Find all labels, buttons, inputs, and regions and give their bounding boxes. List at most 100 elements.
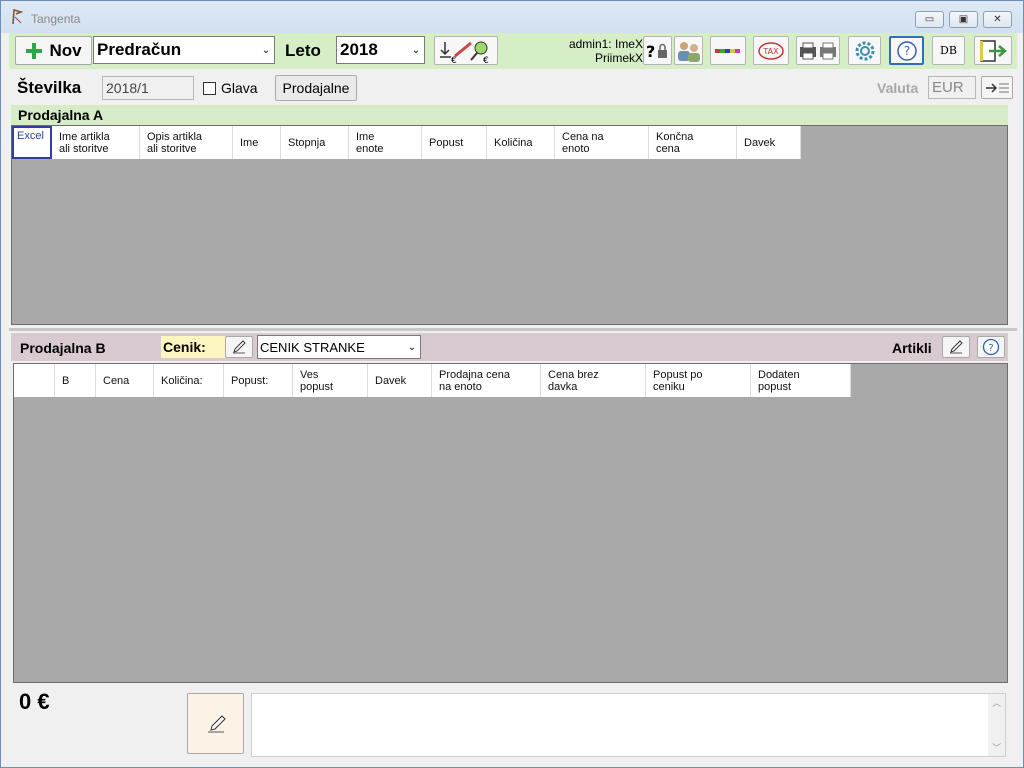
help-icon: ?: [896, 40, 917, 61]
users-icon: [677, 41, 700, 62]
document-type-value: Predračun: [97, 40, 182, 59]
column-header[interactable]: Popust po ceniku: [646, 364, 751, 397]
users-button[interactable]: [674, 36, 703, 65]
tax-icon: TAX: [758, 41, 784, 60]
shop-a-title: Prodajalna A: [18, 107, 104, 123]
edit-articles-button[interactable]: [942, 336, 970, 358]
shop-b-grid[interactable]: B Cena Količina: Popust: Ves popust Dave…: [13, 363, 1008, 683]
svg-text:?: ?: [988, 343, 993, 354]
printer-icon: [800, 42, 836, 59]
currency-field[interactable]: EUR: [928, 76, 976, 99]
user-info: admin1: ImeX PriimekX: [549, 37, 643, 65]
shop-a-header: Prodajalna A: [11, 105, 1008, 125]
close-icon: ✕: [993, 14, 1002, 25]
currency-search-button[interactable]: € €: [434, 36, 498, 65]
shops-button-label: Prodajalne: [282, 80, 350, 96]
shops-button[interactable]: Prodajalne: [275, 75, 357, 101]
column-header[interactable]: Popust: [422, 126, 487, 159]
head-checkbox[interactable]: [203, 82, 216, 95]
help-user-button[interactable]: ?: [643, 36, 672, 65]
scroll-down-icon[interactable]: ﹀: [988, 741, 1005, 754]
pencil-icon: [233, 340, 246, 354]
pricelist-select[interactable]: CENIK STRANKE ⌄: [257, 335, 421, 359]
column-header[interactable]: Cena na enoto: [555, 126, 649, 159]
excel-button[interactable]: Excel: [12, 126, 52, 159]
minimize-icon: ▭: [924, 14, 935, 25]
restore-button[interactable]: ▣: [949, 11, 978, 28]
column-header[interactable]: Ves popust: [293, 364, 368, 397]
year-select[interactable]: 2018 ⌄: [336, 36, 425, 64]
exit-button[interactable]: [974, 36, 1012, 65]
color-bar-icon: [715, 48, 740, 53]
chevron-down-icon: ⌄: [261, 44, 271, 56]
column-header[interactable]: Končna cena: [649, 126, 737, 159]
total-amount: 0 €: [19, 689, 50, 714]
svg-text:?: ?: [646, 42, 655, 61]
column-header[interactable]: Opis artikla ali storitve: [140, 126, 233, 159]
currency-value: EUR: [932, 79, 964, 96]
scroll-up-icon[interactable]: ︿: [988, 696, 1005, 709]
question-lock-icon: ?: [646, 42, 667, 61]
currency-select-button[interactable]: [981, 76, 1013, 99]
column-header[interactable]: Davek: [368, 364, 432, 397]
colors-button[interactable]: [710, 36, 746, 65]
column-header[interactable]: Ime artikla ali storitve: [52, 126, 140, 159]
column-header[interactable]: Cena: [96, 364, 154, 397]
currency-search-icon: € €: [440, 41, 489, 64]
column-header[interactable]: B: [55, 364, 96, 397]
minimize-button[interactable]: ▭: [915, 11, 944, 28]
shop-a-grid[interactable]: Excel Ime artikla ali storitve Opis arti…: [11, 125, 1008, 325]
column-header[interactable]: Ime: [233, 126, 281, 159]
shop-b-title: Prodajalna B: [20, 340, 106, 356]
edit-pricelist-button[interactable]: [225, 336, 253, 358]
column-header[interactable]: Stopnja: [281, 126, 349, 159]
column-header[interactable]: [14, 364, 55, 397]
invoice-number-field[interactable]: 2018/1: [102, 76, 194, 100]
new-document-button[interactable]: Nov: [15, 36, 92, 65]
exit-door-icon: [980, 39, 1007, 62]
column-header[interactable]: Cena brez davka: [541, 364, 646, 397]
user-surname: PriimekX: [594, 51, 643, 65]
title-bar: Tangenta ▭ ▣ ✕: [1, 1, 1023, 33]
articles-help-button[interactable]: ?: [977, 336, 1005, 358]
plus-icon: [26, 42, 43, 59]
chevron-down-icon: ⌄: [407, 341, 417, 353]
invoice-number-value: 2018/1: [106, 80, 149, 96]
close-button[interactable]: ✕: [983, 11, 1012, 28]
column-header[interactable]: Dodaten popust: [751, 364, 851, 397]
pricelist-label: Cenik:: [163, 339, 206, 355]
column-header[interactable]: Popust:: [224, 364, 293, 397]
main-window: Tangenta ▭ ▣ ✕ Nov Predračun ⌄ Leto 2018…: [0, 0, 1024, 768]
articles-label: Artikli: [892, 340, 932, 356]
column-header[interactable]: Ime enote: [349, 126, 422, 159]
pencil-icon: [950, 340, 963, 354]
splitter[interactable]: [9, 328, 1017, 331]
edit-note-button[interactable]: [187, 693, 244, 754]
note-scrollbar[interactable]: ︿ ﹀: [988, 694, 1005, 756]
settings-button[interactable]: [848, 36, 881, 65]
head-label: Glava: [221, 80, 258, 96]
currency-label: Valuta: [877, 80, 919, 96]
year-value: 2018: [340, 40, 378, 59]
document-type-select[interactable]: Predračun ⌄: [93, 36, 275, 64]
tax-label: TAX: [762, 47, 779, 56]
database-button[interactable]: DB: [932, 36, 965, 65]
column-header[interactable]: Davek: [737, 126, 801, 159]
shop-a-grid-header: Excel Ime artikla ali storitve Opis arti…: [12, 126, 801, 159]
restore-icon: ▣: [958, 14, 969, 25]
pencil-icon: [207, 714, 226, 732]
column-header[interactable]: Količina: [487, 126, 555, 159]
arrow-into-list-icon: [986, 82, 1009, 93]
pricelist-label-box: Cenik:: [161, 336, 231, 358]
shop-b-grid-header: B Cena Količina: Popust: Ves popust Dave…: [14, 364, 851, 397]
toolbar: Nov Predračun ⌄ Leto 2018 ⌄ € € admin1: …: [9, 33, 1017, 69]
note-textarea[interactable]: ︿ ﹀: [251, 693, 1006, 757]
pricelist-value: CENIK STRANKE: [260, 339, 365, 355]
tax-button[interactable]: TAX: [753, 36, 789, 65]
help-button[interactable]: ?: [889, 36, 924, 65]
print-button[interactable]: [796, 36, 840, 65]
column-header[interactable]: Količina:: [154, 364, 224, 397]
column-header[interactable]: Prodajna cena na enoto: [432, 364, 541, 397]
svg-text:€: €: [451, 56, 457, 64]
window-title: Tangenta: [31, 12, 81, 26]
